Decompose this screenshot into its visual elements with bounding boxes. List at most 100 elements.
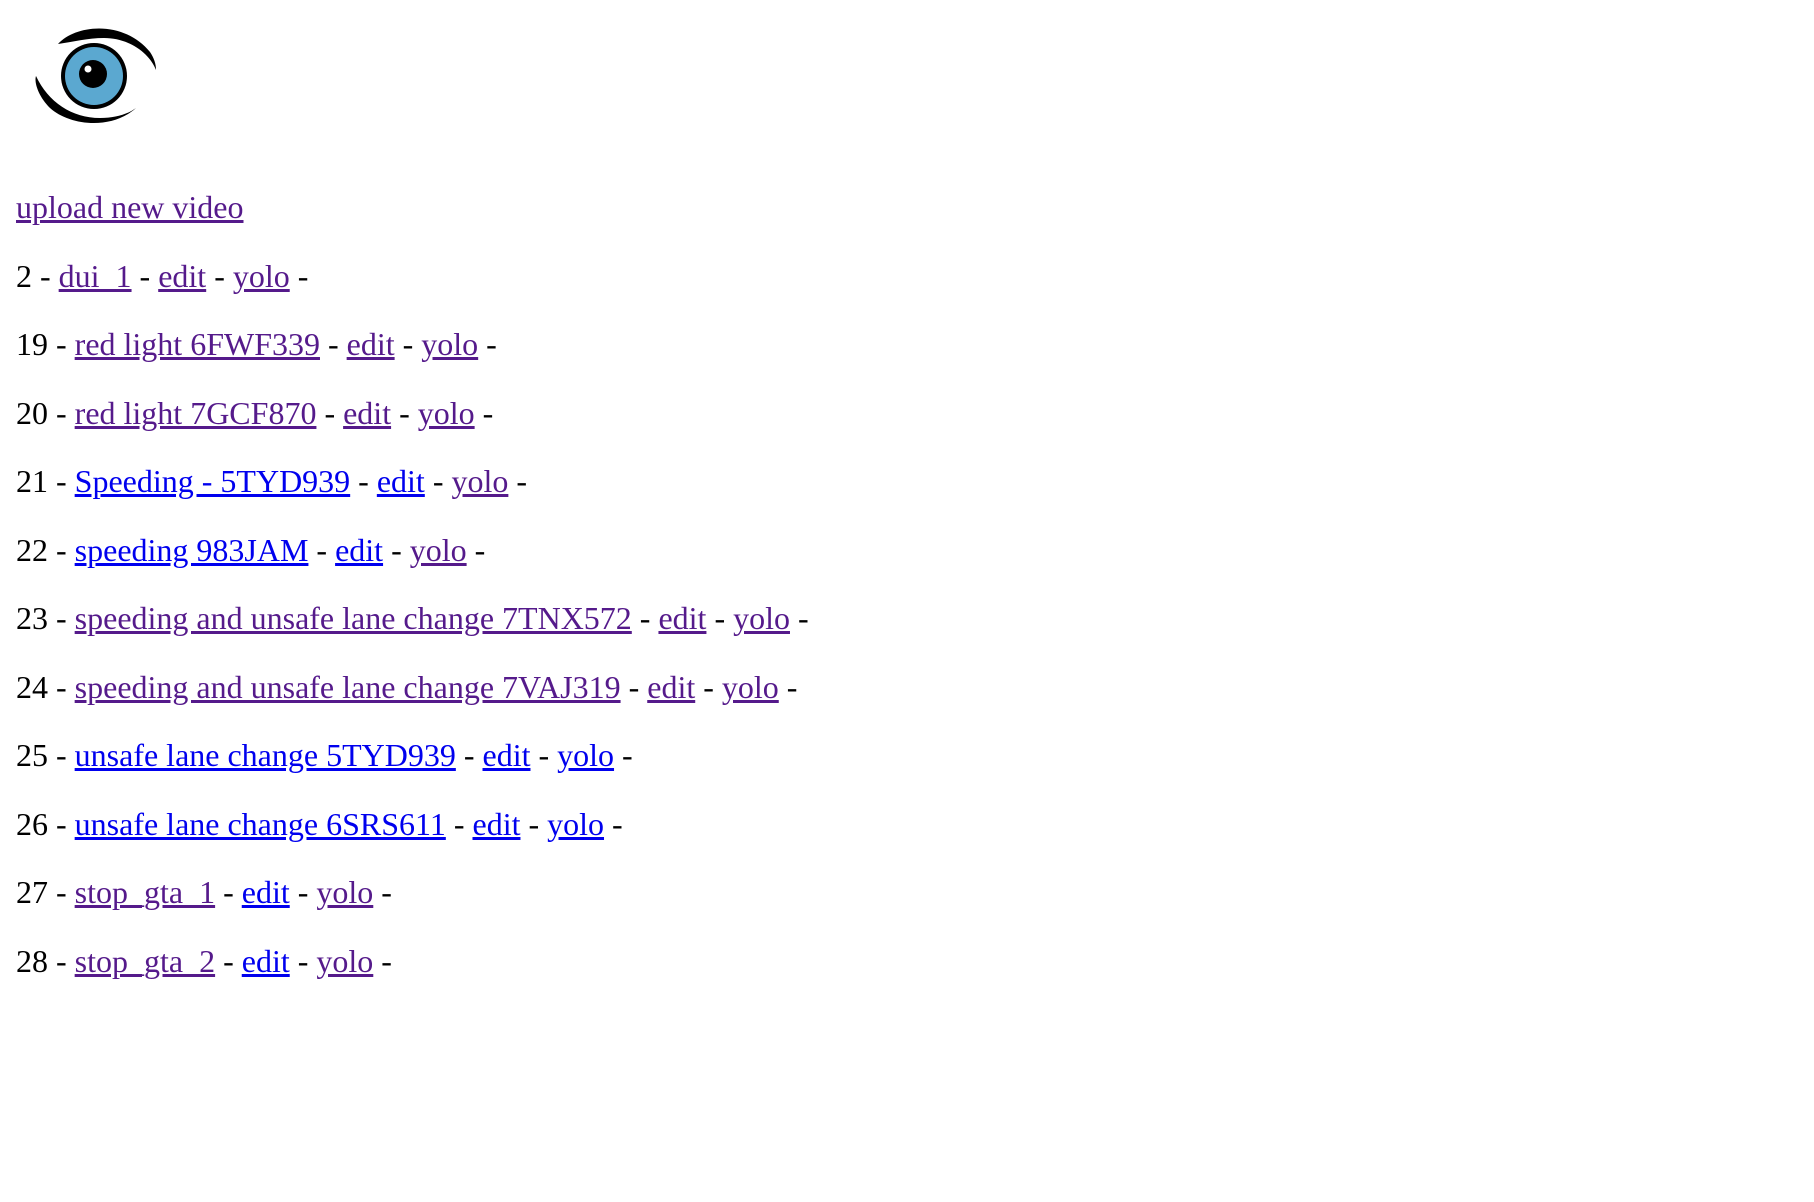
separator: - — [399, 394, 410, 431]
yolo-link[interactable]: yolo — [316, 874, 373, 910]
separator: - — [316, 531, 328, 568]
separator: - — [516, 463, 528, 499]
separator: - — [463, 737, 475, 773]
yolo-link[interactable]: yolo — [233, 258, 290, 294]
yolo-link[interactable]: yolo — [557, 737, 614, 773]
video-title-link[interactable]: speeding and unsafe lane change 7VAJ319 — [75, 669, 621, 705]
yolo-link[interactable]: yolo — [733, 600, 790, 636]
video-row: 21 - Speeding - 5TYD939 - edit - yolo - — [16, 462, 809, 531]
separator: - — [482, 394, 494, 431]
separator: - — [56, 805, 67, 842]
video-title-link[interactable]: speeding and unsafe lane change 7TNX572 — [75, 600, 632, 636]
separator: - — [297, 874, 309, 910]
separator: - — [56, 942, 67, 979]
separator: - — [56, 874, 67, 910]
video-title-link[interactable]: speeding 983JAM — [75, 532, 309, 568]
separator: - — [223, 874, 234, 910]
video-title-link[interactable]: stop_gta_1 — [75, 874, 215, 910]
video-list: upload new video 2 - dui_1 - edit - yolo… — [16, 188, 809, 1010]
edit-link[interactable]: edit — [472, 806, 520, 842]
separator: - — [381, 874, 392, 910]
separator: - — [639, 600, 651, 636]
video-id: 28 — [16, 942, 48, 979]
separator: - — [214, 257, 225, 294]
yolo-link[interactable]: yolo — [410, 532, 467, 568]
separator: - — [56, 531, 67, 568]
video-id: 24 — [16, 668, 48, 705]
video-title-link[interactable]: red light 7GCF870 — [75, 395, 317, 431]
video-row: 19 - red light 6FWF339 - edit - yolo - — [16, 325, 809, 394]
upload-new-video-link[interactable]: upload new video — [16, 189, 244, 225]
video-title-link[interactable]: dui_1 — [59, 258, 132, 294]
yolo-link[interactable]: yolo — [722, 669, 779, 705]
yolo-link[interactable]: yolo — [451, 463, 508, 499]
video-title-link[interactable]: unsafe lane change 5TYD939 — [75, 737, 456, 773]
eye-logo-icon — [35, 28, 156, 124]
separator: - — [56, 600, 67, 636]
yolo-link[interactable]: yolo — [316, 943, 373, 979]
separator: - — [391, 531, 402, 568]
edit-link[interactable]: edit — [158, 258, 206, 294]
video-id: 26 — [16, 805, 48, 842]
separator: - — [622, 737, 633, 773]
separator: - — [474, 531, 486, 568]
yolo-link[interactable]: yolo — [421, 326, 478, 362]
separator: - — [56, 394, 67, 431]
edit-link[interactable]: edit — [242, 874, 290, 910]
yolo-link[interactable]: yolo — [547, 806, 604, 842]
separator: - — [139, 257, 151, 294]
video-id: 20 — [16, 394, 48, 431]
video-id: 19 — [16, 326, 48, 362]
edit-link[interactable]: edit — [242, 943, 290, 979]
edit-link[interactable]: edit — [343, 395, 391, 431]
video-title-link[interactable]: unsafe lane change 6SRS611 — [75, 806, 446, 842]
video-row: 2 - dui_1 - edit - yolo - — [16, 257, 809, 326]
separator: - — [56, 668, 67, 705]
separator: - — [56, 463, 67, 499]
video-id: 21 — [16, 463, 48, 499]
separator: - — [453, 805, 465, 842]
video-row: 27 - stop_gta_1 - edit - yolo - — [16, 873, 809, 942]
separator: - — [628, 668, 640, 705]
video-id: 25 — [16, 737, 48, 773]
video-row: 23 - speeding and unsafe lane change 7TN… — [16, 599, 809, 668]
separator: - — [402, 326, 414, 362]
separator: - — [538, 737, 550, 773]
separator: - — [327, 326, 339, 362]
separator: - — [324, 394, 336, 431]
separator: - — [612, 805, 623, 842]
separator: - — [56, 737, 67, 773]
yolo-link[interactable]: yolo — [418, 395, 475, 431]
separator: - — [703, 668, 714, 705]
edit-link[interactable]: edit — [335, 532, 383, 568]
video-row: 22 - speeding 983JAM - edit - yolo - — [16, 531, 809, 600]
video-id: 2 — [16, 257, 32, 294]
separator: - — [358, 463, 369, 499]
edit-link[interactable]: edit — [647, 669, 695, 705]
upload-row: upload new video — [16, 188, 809, 257]
edit-link[interactable]: edit — [347, 326, 395, 362]
video-id: 22 — [16, 531, 48, 568]
video-row: 26 - unsafe lane change 6SRS611 - edit -… — [16, 805, 809, 874]
separator: - — [40, 257, 51, 294]
separator: - — [432, 463, 444, 499]
separator: - — [297, 942, 309, 979]
video-row: 20 - red light 7GCF870 - edit - yolo - — [16, 394, 809, 463]
video-title-link[interactable]: stop_gta_2 — [75, 943, 215, 979]
separator: - — [528, 805, 540, 842]
separator: - — [223, 942, 234, 979]
edit-link[interactable]: edit — [483, 737, 531, 773]
separator: - — [797, 600, 809, 636]
separator: - — [486, 326, 497, 362]
separator: - — [786, 668, 798, 705]
separator: - — [56, 326, 67, 362]
separator: - — [381, 942, 392, 979]
video-row: 28 - stop_gta_2 - edit - yolo - — [16, 942, 809, 1011]
edit-link[interactable]: edit — [658, 600, 706, 636]
video-title-link[interactable]: red light 6FWF339 — [75, 326, 320, 362]
video-row: 24 - speeding and unsafe lane change 7VA… — [16, 668, 809, 737]
separator: - — [297, 257, 309, 294]
edit-link[interactable]: edit — [377, 463, 425, 499]
video-title-link[interactable]: Speeding - 5TYD939 — [75, 463, 351, 499]
video-row: 25 - unsafe lane change 5TYD939 - edit -… — [16, 736, 809, 805]
